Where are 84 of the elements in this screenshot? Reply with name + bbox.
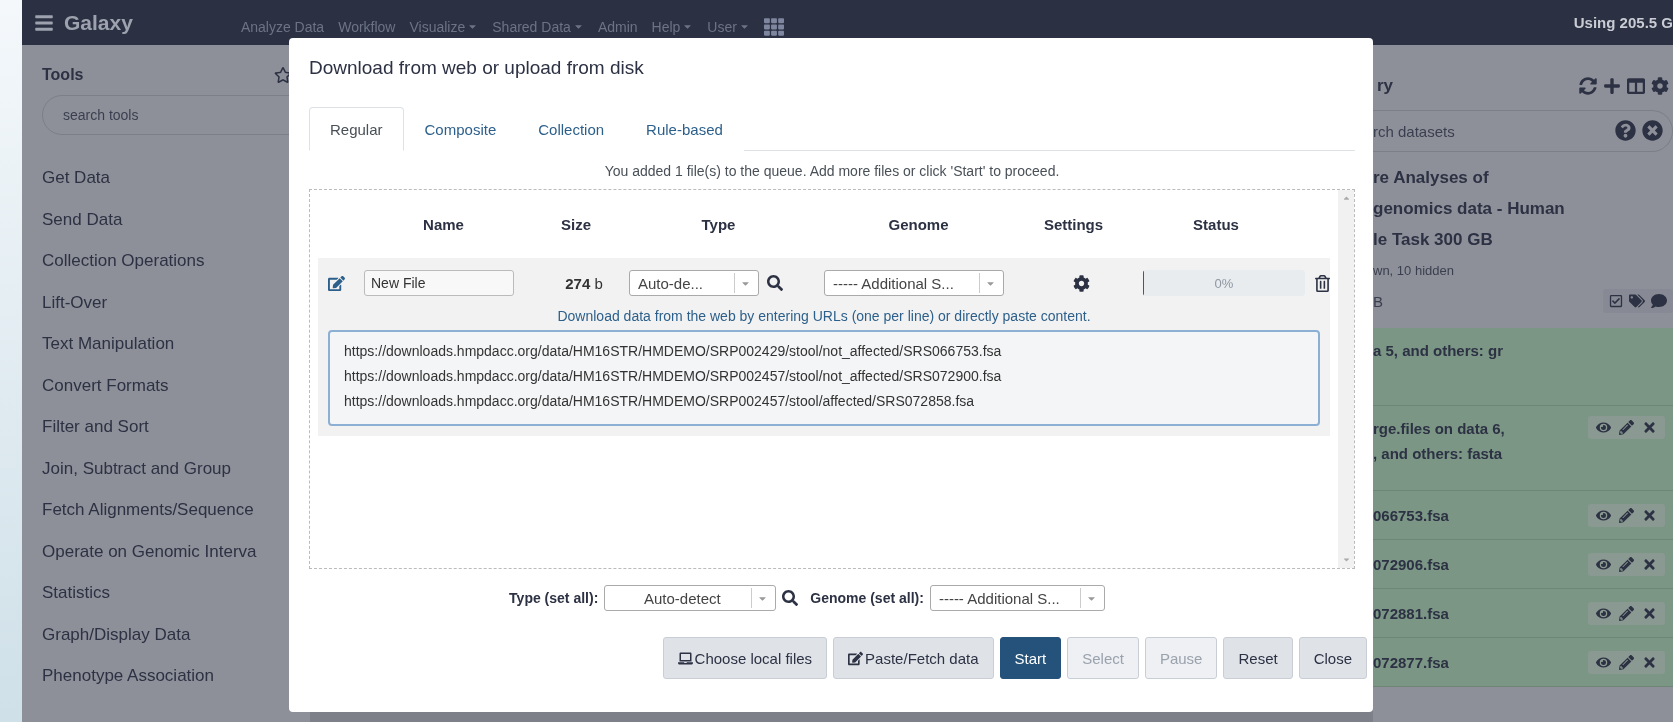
tab[interactable]: Regular bbox=[309, 107, 404, 151]
type-label: Type (set all): bbox=[509, 590, 599, 606]
dataset-item[interactable]: 066753.fsa bbox=[1373, 491, 1673, 540]
dataset-name: 072881.fsa bbox=[1373, 603, 1449, 624]
pencil-icon[interactable] bbox=[1619, 605, 1634, 621]
checkbox-icon[interactable] bbox=[1609, 294, 1623, 308]
progress-text: 0% bbox=[1214, 275, 1234, 291]
nav-item[interactable]: Visualize bbox=[409, 18, 479, 35]
name-field[interactable]: New File bbox=[364, 270, 514, 296]
history-name: genomics data - Human bbox=[1373, 198, 1566, 220]
type-select[interactable]: Auto-detect bbox=[604, 585, 777, 611]
refresh-icon[interactable] bbox=[1579, 76, 1597, 95]
dataset-name: rge.files on data 6, bbox=[1373, 419, 1505, 439]
nav-item[interactable]: Help bbox=[651, 18, 694, 35]
dataset-name: 072877.fsa bbox=[1373, 652, 1449, 673]
dataset-name: 072906.fsa bbox=[1373, 554, 1449, 575]
dialog-button[interactable]: Choose local files bbox=[662, 637, 828, 679]
paste-hint: Download data from the web by entering URLs (one per line) or directly paste content. bbox=[556, 308, 1092, 324]
column-header: Settings bbox=[1043, 215, 1104, 233]
dataset-name: 066753.fsa bbox=[1373, 505, 1449, 526]
dataset-item[interactable]: a 5, and others: gr bbox=[1373, 328, 1673, 406]
genome-label: Genome (set all): bbox=[810, 590, 924, 606]
tags-icon[interactable] bbox=[1629, 293, 1645, 309]
dialog-button[interactable]: Paste/Fetch data bbox=[833, 637, 994, 679]
type-select[interactable]: Auto-de... bbox=[629, 270, 759, 296]
search-icon[interactable] bbox=[767, 275, 783, 291]
plus-icon[interactable] bbox=[1603, 76, 1621, 95]
genome-select[interactable]: ----- Additional S... bbox=[824, 270, 1004, 296]
dialog-button[interactable]: Close bbox=[1298, 637, 1367, 679]
nav-item[interactable]: Analyze Data bbox=[240, 18, 325, 35]
trash-icon[interactable] bbox=[1314, 274, 1331, 292]
panel-title: Tools bbox=[42, 66, 84, 84]
eye-icon[interactable] bbox=[1596, 420, 1611, 435]
comment-icon[interactable] bbox=[1651, 293, 1667, 309]
column-header: Status bbox=[1193, 215, 1239, 233]
pencil-icon[interactable] bbox=[1619, 420, 1634, 435]
file-size: 274 b bbox=[565, 274, 603, 292]
delete-icon[interactable] bbox=[1642, 420, 1657, 435]
dataset-name: , and others: fasta bbox=[1373, 444, 1504, 464]
url-field[interactable]: https://downloads.hmpdacc.org/data/HM16STR/HMDEMO/SRP002429/stool/not_affected/SRS066753.fsa https://downloads.hmpdacc.org/data/HM16STR/HMDEMO/SRP002457/stool/not_affected/SRS072900.fsa https://downloads.hmpdacc.org/data/HM16STR/HMDEMO/SRP002457/stool/affected/SRS072858.fsa bbox=[328, 330, 1320, 426]
dialog-button[interactable]: Start bbox=[999, 637, 1062, 679]
history-summary: wn, 10 hidden bbox=[1373, 263, 1455, 278]
search-field[interactable]: rch datasets bbox=[1373, 110, 1673, 152]
nav-item[interactable]: Shared Data bbox=[492, 18, 584, 35]
dataset-item[interactable]: 072877.fsa bbox=[1373, 638, 1673, 687]
delete-icon[interactable] bbox=[1642, 507, 1657, 523]
settings-icon[interactable] bbox=[1073, 274, 1090, 292]
grid-icon[interactable] bbox=[763, 16, 784, 37]
dataset-name: a 5, and others: gr bbox=[1373, 341, 1504, 361]
quota-text: Using 205.5 G bbox=[1573, 14, 1673, 31]
column-header: Genome bbox=[888, 215, 949, 233]
delete-icon[interactable] bbox=[1642, 654, 1657, 670]
panel-title: ry bbox=[1377, 75, 1394, 96]
history-size: B bbox=[1373, 292, 1383, 310]
column-header: Type bbox=[701, 215, 736, 233]
dialog-button[interactable]: Reset bbox=[1223, 637, 1293, 679]
pencil-icon[interactable] bbox=[1619, 507, 1634, 523]
edit-icon[interactable] bbox=[328, 274, 345, 292]
dialog-title: Download from web or upload from disk bbox=[309, 57, 645, 79]
nav-item[interactable]: Admin bbox=[597, 18, 638, 35]
pencil-icon[interactable] bbox=[1619, 556, 1634, 572]
dataset-item[interactable]: 072906.fsa bbox=[1373, 540, 1673, 589]
genome-select[interactable]: ----- Additional S... bbox=[929, 585, 1105, 611]
search-icon[interactable] bbox=[782, 590, 799, 606]
dataset-item[interactable]: 072881.fsa bbox=[1373, 589, 1673, 638]
help-icon[interactable] bbox=[1615, 120, 1636, 141]
star-icon[interactable] bbox=[274, 66, 292, 84]
column-header: Size bbox=[561, 215, 591, 233]
columns-icon[interactable] bbox=[1627, 76, 1645, 95]
close-icon[interactable] bbox=[1642, 120, 1663, 141]
brand-name[interactable]: Galaxy bbox=[64, 10, 133, 35]
history-name: re Analyses of bbox=[1373, 167, 1490, 189]
queue-message: You added 1 file(s) to the queue. Add more files or click 'Start' to proceed. bbox=[604, 163, 1060, 179]
nav-item[interactable]: User bbox=[707, 18, 750, 35]
nav-item[interactable]: Workflow bbox=[338, 18, 396, 35]
delete-icon[interactable] bbox=[1642, 605, 1657, 621]
edit-icon bbox=[848, 650, 864, 666]
dataset-item[interactable]: rge.files on data 6, , and others: fasta bbox=[1373, 406, 1673, 491]
history-name: le Task 300 GB bbox=[1373, 229, 1494, 251]
pencil-icon[interactable] bbox=[1619, 654, 1634, 670]
column-header: Name bbox=[423, 215, 464, 233]
delete-icon[interactable] bbox=[1642, 556, 1657, 572]
menu-icon[interactable] bbox=[34, 12, 54, 33]
laptop-icon bbox=[677, 650, 693, 666]
